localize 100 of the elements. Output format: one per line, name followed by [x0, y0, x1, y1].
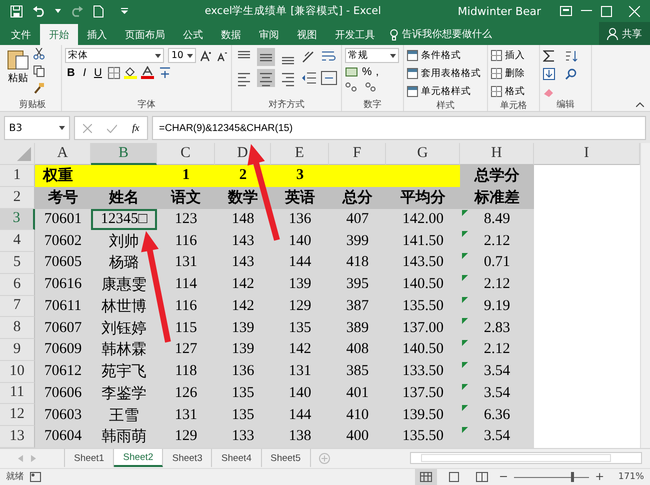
zoom-in-button[interactable]: +: [595, 470, 604, 484]
percent-button[interactable]: %: [362, 66, 372, 78]
ribbon-tab[interactable]: 视图: [288, 24, 326, 45]
row-header[interactable]: 8: [0, 317, 35, 339]
name-box[interactable]: B3: [4, 116, 70, 140]
ribbon-tab[interactable]: 文件: [2, 24, 40, 45]
grow-font-icon[interactable]: [200, 50, 212, 62]
table-cell: 401: [329, 382, 386, 404]
save-icon[interactable]: [10, 4, 23, 18]
ribbon-tab[interactable]: 开发工具: [326, 24, 384, 45]
style-menu-button[interactable]: 单元格样式: [407, 84, 484, 99]
row-header[interactable]: 5: [0, 252, 35, 274]
table-cell: 3.54: [460, 426, 534, 448]
column-header[interactable]: H: [460, 143, 534, 165]
ribbon-tab[interactable]: 公式: [174, 24, 212, 45]
column-header[interactable]: I: [534, 143, 640, 165]
scissors-icon[interactable]: [33, 48, 45, 60]
check-icon[interactable]: [106, 124, 117, 132]
outdent-icon[interactable]: [301, 71, 317, 85]
new-file-icon[interactable]: [93, 4, 104, 18]
phonetic-icon[interactable]: [158, 66, 172, 79]
ribbon-display-icon[interactable]: [560, 6, 572, 16]
undo-icon[interactable]: [32, 5, 46, 17]
italic-button[interactable]: I: [80, 66, 88, 78]
ribbon-tab[interactable]: 开始: [40, 24, 78, 45]
sheet-tab[interactable]: Sheet2: [114, 449, 164, 468]
row-header[interactable]: 13: [0, 426, 35, 448]
column-header[interactable]: G: [386, 143, 460, 165]
zoom-out-button[interactable]: −: [498, 470, 508, 484]
cells-menu-button[interactable]: 删除: [491, 66, 536, 81]
column-header[interactable]: F: [329, 143, 386, 165]
copy-icon[interactable]: [33, 65, 45, 77]
column-header[interactable]: B: [91, 143, 157, 165]
cells-menu-button[interactable]: 格式: [491, 84, 536, 99]
row-header[interactable]: 1: [0, 165, 35, 187]
column-header[interactable]: C: [157, 143, 215, 165]
redo-icon[interactable]: [70, 5, 84, 17]
sheet-tab[interactable]: Sheet3: [163, 449, 212, 468]
ribbon-tab[interactable]: 审阅: [250, 24, 288, 45]
ribbon-tab[interactable]: 插入: [78, 24, 116, 45]
comma-button[interactable]: ,: [376, 66, 379, 78]
increase-decimal-icon[interactable]: [345, 81, 359, 93]
underline-button[interactable]: U: [92, 66, 104, 78]
sort-icon[interactable]: [565, 50, 579, 62]
zoom-slider[interactable]: [514, 472, 590, 482]
borders-icon[interactable]: [108, 66, 120, 78]
close-icon[interactable]: [629, 6, 640, 16]
table-cell: 129: [157, 426, 215, 448]
font-name-dropdown[interactable]: 宋体: [65, 48, 164, 63]
table-cell: 3.54: [460, 360, 534, 382]
fill-color-icon[interactable]: [124, 66, 137, 79]
sum-icon[interactable]: [543, 50, 555, 62]
shrink-font-icon[interactable]: [216, 50, 228, 62]
ribbon-tab[interactable]: 页面布局: [116, 24, 174, 45]
row-header[interactable]: 7: [0, 296, 35, 318]
row-header[interactable]: 12: [0, 404, 35, 426]
style-menu-button[interactable]: 套用表格格式: [407, 66, 484, 81]
bold-button[interactable]: B: [65, 66, 77, 78]
dropdown-icon[interactable]: [55, 9, 61, 13]
column-header[interactable]: E: [271, 143, 329, 165]
formula-field[interactable]: =CHAR(9)&12345&CHAR(15): [152, 116, 646, 140]
row-header[interactable]: 11: [0, 382, 35, 404]
number-format-dropdown[interactable]: 常规: [345, 48, 399, 63]
insert-function-button[interactable]: fx: [132, 122, 140, 134]
zoom-level[interactable]: 171%: [618, 472, 644, 482]
font-color-icon[interactable]: [140, 66, 154, 79]
table-cell: 135.50: [386, 296, 460, 318]
merge-cells-icon[interactable]: [321, 71, 337, 85]
align-icon[interactable]: [257, 69, 275, 87]
row-header[interactable]: 2: [0, 186, 35, 208]
row-header[interactable]: 4: [0, 230, 35, 252]
cells-menu-button[interactable]: 插入: [491, 48, 536, 63]
collapse-ribbon-icon[interactable]: [636, 102, 644, 107]
row-header[interactable]: 3: [0, 208, 35, 230]
paintbrush-icon[interactable]: [33, 82, 45, 94]
align-icon[interactable]: [257, 48, 275, 66]
normal-view-button[interactable]: [414, 468, 437, 485]
currency-icon[interactable]: [345, 66, 358, 78]
paste-button[interactable]: 粘贴: [7, 48, 29, 85]
style-menu-button[interactable]: 条件格式: [407, 48, 484, 63]
tell-me-field[interactable]: 告诉我你想要做什么: [402, 29, 552, 40]
macro-record-icon[interactable]: [30, 472, 41, 482]
column-header[interactable]: A: [35, 143, 91, 165]
customize-icon[interactable]: [121, 8, 128, 14]
maximize-icon[interactable]: [601, 6, 612, 16]
ribbon-tab[interactable]: 数据: [212, 24, 250, 45]
sheet-tab[interactable]: Sheet5: [262, 449, 311, 468]
share-button[interactable]: 共享: [599, 22, 650, 45]
fill-down-icon[interactable]: [543, 68, 555, 80]
row-header[interactable]: 10: [0, 360, 35, 382]
sheet-tab[interactable]: Sheet4: [212, 449, 262, 468]
minimize-icon[interactable]: [581, 10, 592, 12]
row-header[interactable]: 6: [0, 274, 35, 296]
row-header[interactable]: 9: [0, 339, 35, 361]
search-icon[interactable]: [565, 68, 577, 80]
horizontal-scrollbar[interactable]: [410, 452, 642, 464]
decrease-decimal-icon[interactable]: [363, 81, 377, 93]
font-size-dropdown[interactable]: 10: [168, 48, 196, 63]
zoom-slider-thumb[interactable]: [570, 472, 574, 482]
vertical-scrollbar[interactable]: [640, 143, 650, 448]
